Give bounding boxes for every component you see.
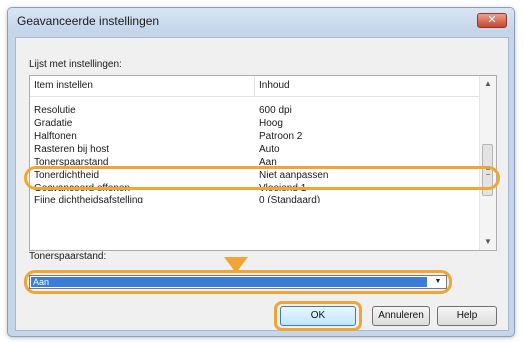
row-item: Gradatie (34, 118, 73, 129)
window-title: Geavanceerde instellingen (17, 14, 160, 28)
scroll-up-icon[interactable]: ▲ (480, 76, 496, 92)
list-row[interactable]: Halftonen Patroon 2 (30, 130, 480, 143)
row-item: Fijne dichtheidsafstelling (34, 195, 143, 203)
list-row[interactable]: Resolutie 600 dpi (30, 104, 480, 117)
close-button[interactable]: ✕ (477, 13, 507, 28)
settings-list[interactable]: Item instellen Inhoud Resolutie 600 dpi … (29, 75, 497, 251)
ok-button[interactable]: OK (280, 306, 356, 326)
cancel-button[interactable]: Annuleren (372, 306, 430, 326)
title-bar[interactable]: Geavanceerde instellingen ✕ (8, 8, 514, 33)
toner-save-label: Tonerspaarstand: (29, 251, 107, 262)
settings-list-label: Lijst met instellingen: (29, 59, 122, 70)
advanced-settings-dialog: Geavanceerde instellingen ✕ Lijst met in… (7, 7, 515, 337)
row-highlight-annotation (24, 166, 500, 190)
column-header-item[interactable]: Item instellen (34, 80, 93, 91)
close-icon: ✕ (487, 14, 497, 26)
column-header-value[interactable]: Inhoud (259, 80, 290, 91)
list-header: Item instellen Inhoud (30, 76, 480, 97)
row-value: Patroon 2 (259, 131, 303, 142)
help-button[interactable]: Help (437, 306, 497, 326)
row-value: Auto (259, 144, 280, 155)
row-value: Hoog (259, 118, 283, 129)
row-value: 0 (Standaard) (259, 195, 321, 203)
select-value: Aan (31, 277, 427, 287)
list-row[interactable]: Gradatie Hoog (30, 117, 480, 130)
row-item: Rasteren bij host (34, 144, 110, 155)
dialog-content: Lijst met instellingen: Item instellen I… (15, 37, 509, 331)
row-value: 600 dpi (259, 105, 292, 116)
chevron-down-icon[interactable]: ▼ (431, 276, 445, 288)
column-divider[interactable] (254, 76, 255, 96)
list-row[interactable]: Rasteren bij host Auto (30, 143, 480, 156)
toner-save-select[interactable]: Aan ▼ (29, 275, 447, 289)
list-row[interactable]: Fijne dichtheidsafstelling 0 (Standaard) (30, 195, 480, 203)
row-item: Resolutie (34, 105, 76, 116)
row-item: Halftonen (34, 131, 77, 142)
scroll-down-icon[interactable]: ▼ (480, 234, 496, 250)
list-scrollbar[interactable]: ▲ ▼ (479, 76, 496, 250)
